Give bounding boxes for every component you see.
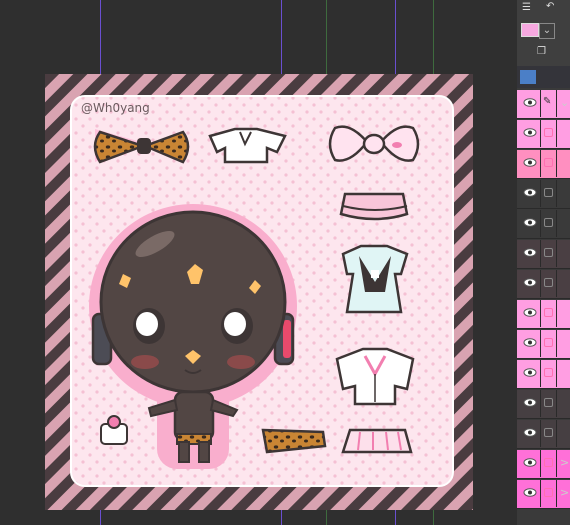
- divider: [556, 300, 557, 327]
- drawing-canvas[interactable]: @Wh0yang: [0, 0, 517, 525]
- eye-icon[interactable]: [523, 98, 537, 107]
- divider: [540, 120, 541, 147]
- divider: [540, 360, 541, 387]
- divider: [540, 210, 541, 237]
- layer-panel: ☰ ↶ ⌄ ❐ ✎ ⌄ > >: [517, 0, 570, 525]
- eye-icon[interactable]: [523, 338, 537, 347]
- layer-row[interactable]: [517, 240, 570, 269]
- layer-row[interactable]: [517, 180, 570, 209]
- eye-icon[interactable]: [523, 248, 537, 257]
- layer-tools: ❐: [517, 42, 570, 66]
- divider: [540, 180, 541, 207]
- divider: [540, 330, 541, 357]
- layer-row[interactable]: [517, 210, 570, 239]
- divider: [556, 180, 557, 207]
- layer-checkbox[interactable]: [544, 428, 553, 437]
- divider: [556, 420, 557, 447]
- divider: [540, 480, 541, 507]
- eye-icon[interactable]: [523, 458, 537, 467]
- panel-titlebar: ☰ ↶: [517, 0, 570, 19]
- layer-row[interactable]: >: [517, 450, 570, 479]
- layer-checkbox[interactable]: [544, 158, 553, 167]
- divider: [540, 450, 541, 477]
- divider: [556, 270, 557, 297]
- divider: [540, 90, 541, 117]
- divider: [556, 480, 557, 507]
- color-swatch[interactable]: [521, 23, 539, 37]
- layer-options: [517, 66, 570, 88]
- layer-row[interactable]: [517, 330, 570, 359]
- divider: [556, 330, 557, 357]
- pink-ruffle-skirt-sticker: [339, 192, 409, 221]
- divider: [540, 240, 541, 267]
- layer-row[interactable]: [517, 270, 570, 299]
- layer-checkbox[interactable]: [544, 398, 553, 407]
- sticker-sheet-artwork: @Wh0yang: [45, 74, 473, 510]
- divider: [556, 210, 557, 237]
- eye-icon[interactable]: [523, 428, 537, 437]
- layer-row[interactable]: [517, 420, 570, 449]
- layer-checkbox[interactable]: [544, 338, 553, 347]
- divider: [540, 420, 541, 447]
- divider: [556, 90, 557, 117]
- layer-checkbox[interactable]: [544, 278, 553, 287]
- divider: [540, 150, 541, 177]
- layer-copy-icon[interactable]: ❐: [537, 46, 546, 57]
- divider: [556, 390, 557, 417]
- layer-checkbox[interactable]: [544, 218, 553, 227]
- layer-row[interactable]: [517, 300, 570, 329]
- layer-checkbox[interactable]: [544, 368, 553, 377]
- layer-list: ✎ ⌄ > >: [517, 90, 570, 525]
- layer-row[interactable]: [517, 390, 570, 419]
- eye-icon[interactable]: [523, 128, 537, 137]
- color-toolbar: ⌄: [517, 18, 570, 42]
- layer-checkbox[interactable]: [544, 458, 553, 467]
- layer-checkbox[interactable]: [544, 488, 553, 497]
- divider: [556, 120, 557, 147]
- expand-arrow-icon[interactable]: >: [560, 486, 569, 499]
- layer-row[interactable]: [517, 120, 570, 149]
- layer-checkbox[interactable]: [544, 188, 553, 197]
- layer-row[interactable]: >: [517, 480, 570, 509]
- eye-icon[interactable]: [523, 188, 537, 197]
- undo-icon[interactable]: ↶: [546, 1, 554, 12]
- layer-checkbox[interactable]: [544, 308, 553, 317]
- layer-row[interactable]: [517, 150, 570, 179]
- divider: [556, 450, 557, 477]
- layer-checkbox[interactable]: [544, 248, 553, 257]
- expand-arrow-icon[interactable]: ⌄: [560, 96, 569, 109]
- eye-icon[interactable]: [523, 398, 537, 407]
- divider: [540, 270, 541, 297]
- eye-icon[interactable]: [523, 488, 537, 497]
- eye-icon[interactable]: [523, 218, 537, 227]
- divider: [540, 300, 541, 327]
- layer-checkbox[interactable]: [544, 128, 553, 137]
- layer-row[interactable]: ✎ ⌄: [517, 90, 570, 119]
- divider: [556, 150, 557, 177]
- divider: [556, 240, 557, 267]
- chevron-down-icon[interactable]: ⌄: [539, 23, 555, 39]
- eye-icon[interactable]: [523, 368, 537, 377]
- expand-arrow-icon[interactable]: >: [560, 456, 569, 469]
- divider: [556, 360, 557, 387]
- eye-icon[interactable]: [523, 278, 537, 287]
- pink-pleated-skirt-sticker: [341, 428, 413, 454]
- eye-icon[interactable]: [523, 308, 537, 317]
- pen-icon: ✎: [543, 96, 552, 107]
- menu-icon[interactable]: ☰: [522, 2, 531, 13]
- eye-icon[interactable]: [523, 158, 537, 167]
- divider: [540, 390, 541, 417]
- layer-property-icon[interactable]: [520, 70, 536, 84]
- layer-row[interactable]: [517, 360, 570, 389]
- watermark-text: @Wh0yang: [81, 101, 150, 115]
